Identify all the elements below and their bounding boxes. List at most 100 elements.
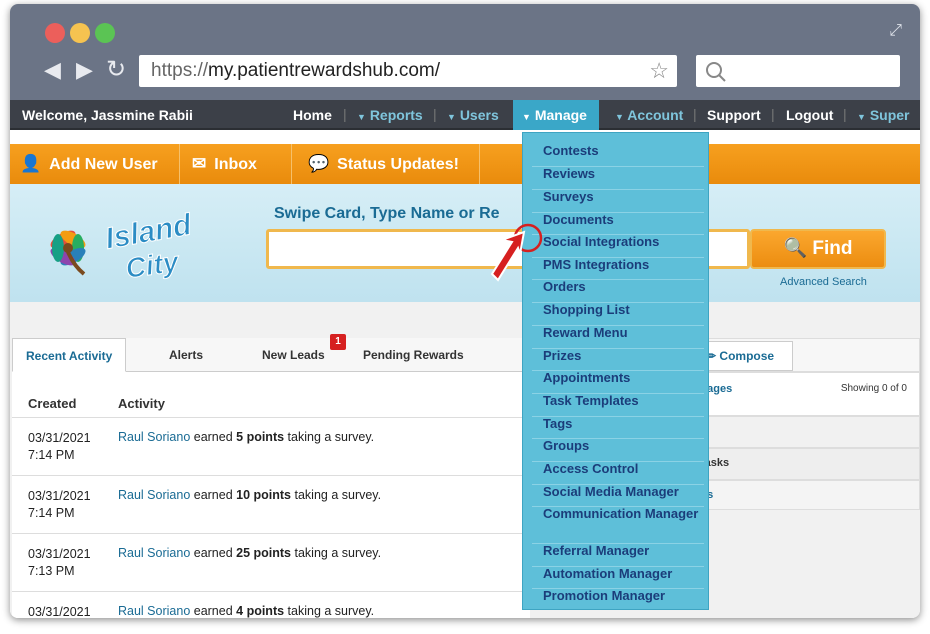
row-points: 4 points: [236, 604, 285, 618]
nav-manage[interactable]: ▼ Manage: [513, 100, 599, 130]
menu-item-social-media-manager[interactable]: Social Media Manager: [532, 485, 704, 507]
tab-alerts[interactable]: Alerts: [169, 338, 203, 372]
table-row: 03/31/2021 7:14 PM Raul Soriano earned 5 …: [12, 418, 528, 476]
menu-item-referral-manager[interactable]: Referral Manager: [532, 544, 704, 567]
close-window-button[interactable]: [45, 23, 65, 43]
find-magnifier-icon: 🔍: [783, 238, 808, 259]
find-label: Find: [812, 238, 853, 259]
browser-window: ⤢ ◀ ▶ ↻ https://my.patientrewardshub.com…: [10, 4, 920, 618]
showing-count: Showing 0 of 0: [840, 383, 907, 394]
menu-item-surveys[interactable]: Surveys: [532, 190, 704, 213]
row-date: 03/31/2021: [28, 605, 91, 618]
tab-new-leads[interactable]: New Leads: [262, 338, 325, 372]
address-bar[interactable]: https://my.patientrewardshub.com/ ☆: [139, 55, 677, 87]
row-text-end: taking a survey.: [284, 604, 375, 618]
row-text: earned: [190, 430, 237, 444]
menu-item-contests[interactable]: Contests: [532, 144, 704, 167]
menu-item-reward-menu[interactable]: Reward Menu: [532, 326, 704, 349]
row-created: 03/31/2021 7:13 PM: [28, 546, 91, 580]
menu-item-task-templates[interactable]: Task Templates: [532, 394, 704, 417]
expand-icon[interactable]: ⤢: [889, 22, 902, 40]
activity-table-header: Created Activity: [12, 388, 528, 418]
top-navbar: Welcome, Jassmine Rabii Home | ▼ Reports…: [10, 100, 920, 130]
menu-item-promotion-manager[interactable]: Promotion Manager: [532, 589, 704, 609]
status-updates-button[interactable]: 💬 Status Updates!: [298, 144, 480, 184]
activity-tabs: Recent Activity Alerts New Leads Pending…: [12, 338, 532, 372]
menu-item-access-control[interactable]: Access Control: [532, 462, 704, 485]
status-updates-label: Status Updates!: [337, 156, 459, 173]
tab-recent-activity[interactable]: Recent Activity: [12, 338, 127, 372]
forward-arrow-icon[interactable]: ▶: [76, 58, 93, 82]
url-host: my.patientrewardshub.com/: [208, 60, 441, 81]
messages-header: sages Showing 0 of 0: [700, 372, 920, 416]
user-link[interactable]: Raul Soriano: [118, 488, 190, 502]
chevron-down-icon: ▼: [615, 112, 624, 122]
menu-item-reviews[interactable]: Reviews: [532, 167, 704, 190]
menu-item-documents[interactable]: Documents: [532, 213, 704, 235]
row-activity: Raul Soriano earned 10 points taking a s…: [118, 488, 381, 502]
tab-pending-rewards[interactable]: Pending Rewards: [363, 338, 464, 372]
row-text-end: taking a survey.: [291, 488, 382, 502]
minimize-window-button[interactable]: [70, 23, 90, 43]
browser-search-field[interactable]: [696, 55, 900, 87]
menu-item-groups[interactable]: Groups: [532, 439, 704, 462]
inbox-label: Inbox: [214, 156, 257, 173]
nav-home[interactable]: Home: [293, 107, 332, 123]
nav-account[interactable]: ▼ Account: [615, 107, 683, 123]
find-button[interactable]: 🔍 Find: [750, 229, 886, 269]
menu-item-communication-manager[interactable]: Communication Manager: [532, 507, 704, 544]
chevron-down-icon: ▼: [857, 112, 866, 122]
menu-item-appointments[interactable]: Appointments: [532, 371, 704, 394]
nav-super[interactable]: ▼ Super: [857, 107, 910, 123]
nav-users-label: Users: [459, 107, 499, 123]
row-points: 5 points: [236, 430, 285, 444]
nav-account-label: Account: [627, 107, 684, 123]
nav-divider: |: [433, 106, 437, 122]
compose-button[interactable]: ✏ Compose: [697, 341, 793, 371]
menu-item-orders[interactable]: Orders: [532, 280, 704, 303]
menu-item-tags[interactable]: Tags: [532, 417, 704, 439]
nav-users[interactable]: ▼ Users: [447, 107, 499, 123]
envelope-icon: ✉: [192, 154, 207, 173]
row-points: 25 points: [236, 546, 292, 560]
nav-logout[interactable]: Logout: [786, 107, 833, 123]
row-text-end: taking a survey.: [291, 546, 382, 560]
advanced-search-link[interactable]: Advanced Search: [780, 276, 867, 288]
menu-item-automation-manager[interactable]: Automation Manager: [532, 567, 704, 589]
user-link[interactable]: Raul Soriano: [118, 430, 190, 444]
logo-text-island: Island: [103, 208, 195, 256]
chat-icon: 💬: [308, 154, 330, 173]
user-link[interactable]: Raul Soriano: [118, 604, 190, 618]
inbox-button[interactable]: ✉ Inbox: [182, 144, 292, 184]
row-created: 03/31/2021 7:14 PM: [28, 430, 91, 464]
user-add-icon: 👤: [20, 154, 42, 173]
col-created: Created: [28, 396, 77, 411]
row-points: 10 points: [236, 488, 292, 502]
nav-reports[interactable]: ▼ Reports: [357, 107, 423, 123]
add-new-user-button[interactable]: 👤 Add New User: [10, 144, 180, 184]
user-link[interactable]: Raul Soriano: [118, 546, 190, 560]
maximize-window-button[interactable]: [95, 23, 115, 43]
menu-item-social-integrations[interactable]: Social Integrations: [532, 235, 704, 258]
menu-item-shopping-list[interactable]: Shopping List: [532, 303, 704, 326]
browser-chrome: ⤢ ◀ ▶ ↻ https://my.patientrewardshub.com…: [10, 4, 920, 100]
nav-divider: |: [843, 106, 847, 122]
url-protocol: https://: [151, 60, 209, 81]
menu-item-pms-integrations[interactable]: PMS Integrations: [532, 258, 704, 280]
menu-item-prizes[interactable]: Prizes: [532, 349, 704, 371]
reload-icon[interactable]: ↻: [106, 58, 126, 82]
row-activity: Raul Soriano earned 4 points taking a su…: [118, 604, 374, 618]
nav-reports-label: Reports: [369, 107, 423, 123]
row-created: 03/31/2021: [28, 604, 91, 618]
row-time: 7:14 PM: [28, 506, 75, 520]
nav-support[interactable]: Support: [707, 107, 761, 123]
swipe-card-label: Swipe Card, Type Name or Re: [274, 205, 500, 222]
welcome-text: Welcome, Jassmine Rabii: [22, 107, 193, 123]
back-arrow-icon[interactable]: ◀: [44, 58, 61, 82]
bookmark-star-icon[interactable]: ☆: [649, 55, 669, 87]
row-activity: Raul Soriano earned 25 points taking a s…: [118, 546, 381, 560]
add-new-user-label: Add New User: [49, 156, 158, 173]
chevron-down-icon: ▼: [447, 112, 456, 122]
tasks-row: ks: [700, 480, 920, 510]
row-text: earned: [190, 546, 237, 560]
